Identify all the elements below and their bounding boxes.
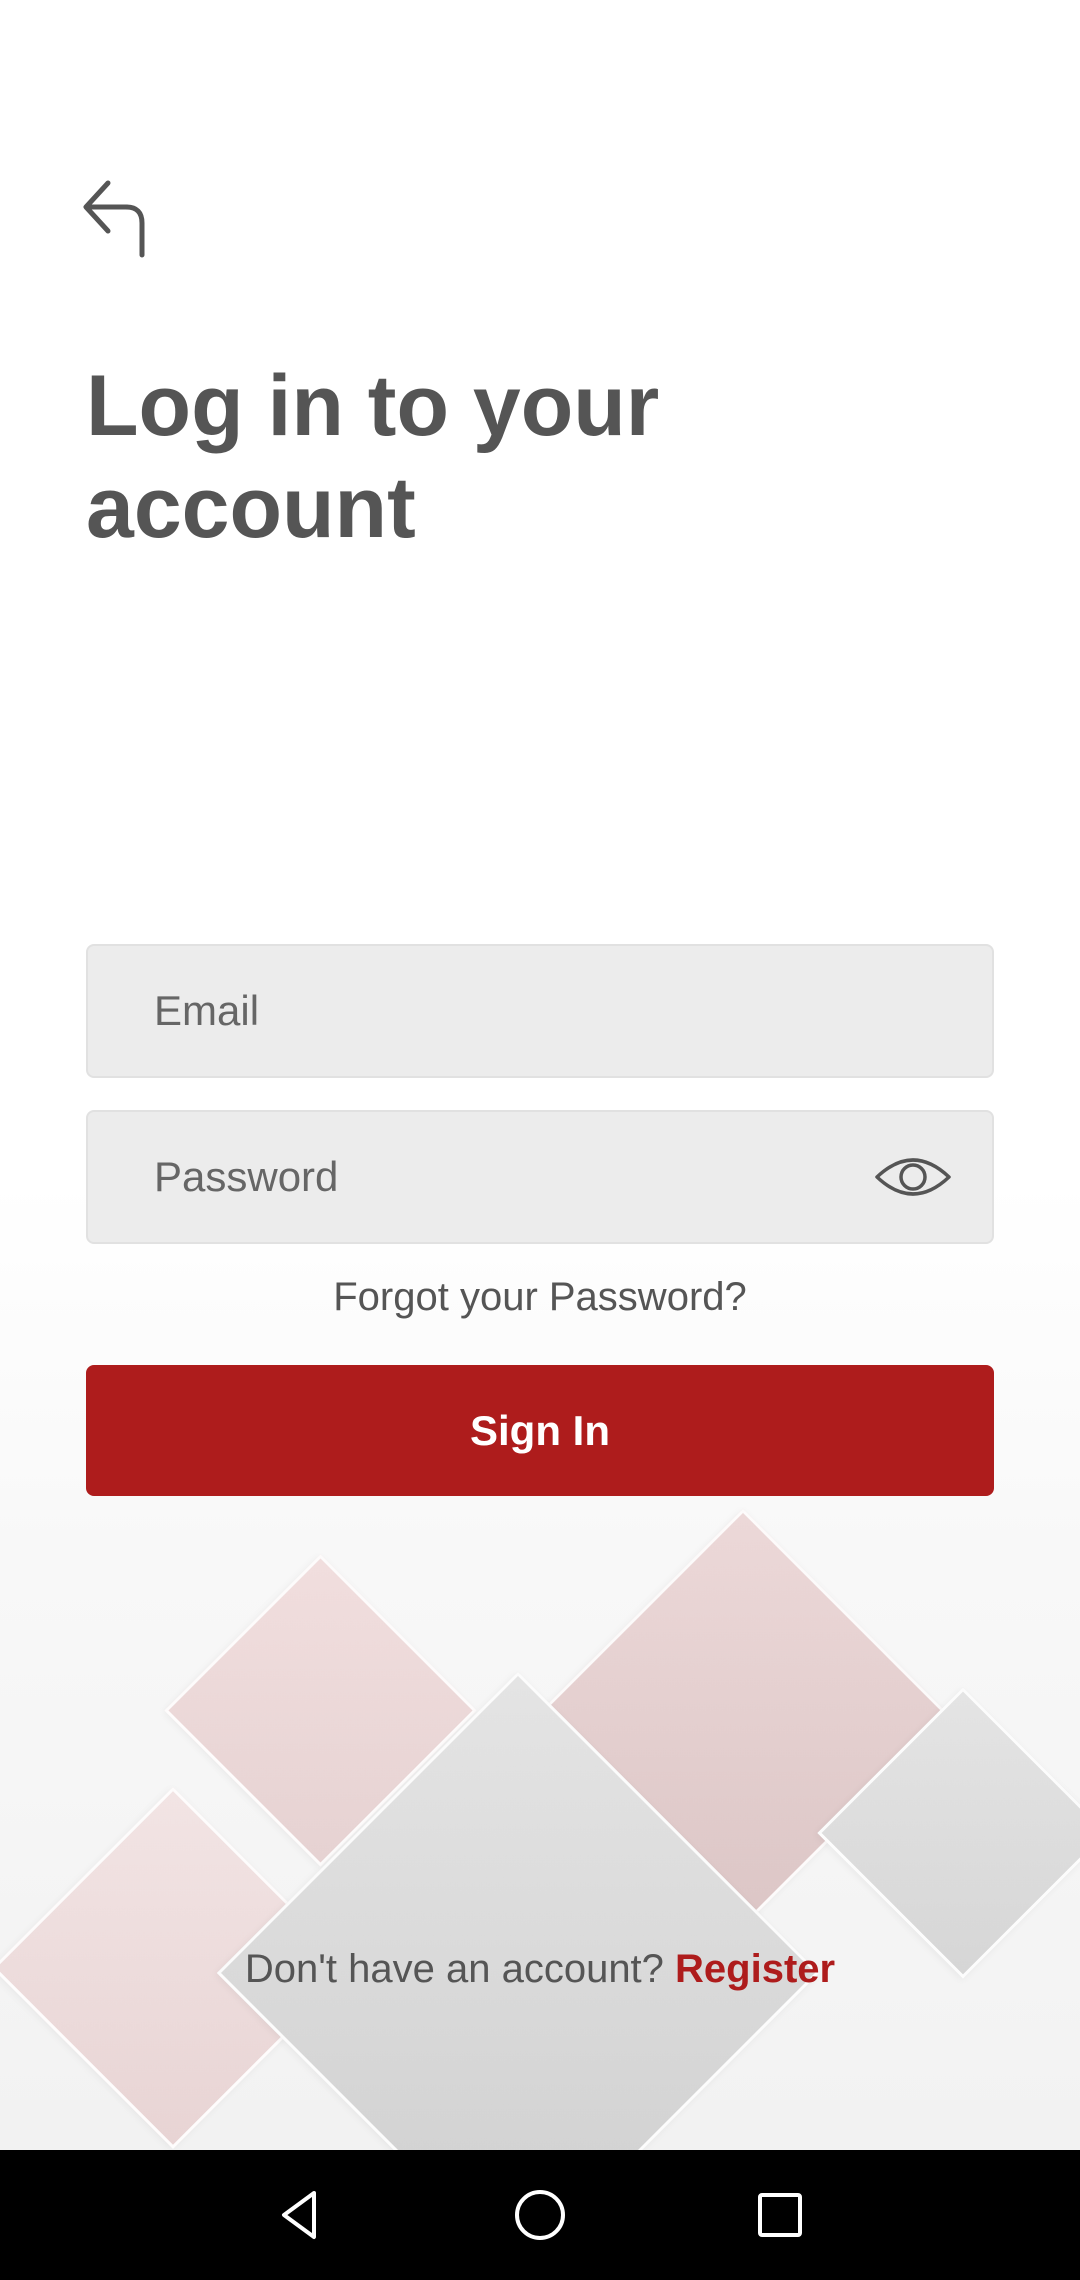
- register-prompt: Don't have an account? Register: [0, 1947, 1080, 1992]
- back-button[interactable]: [80, 175, 150, 260]
- email-field[interactable]: [154, 946, 894, 1076]
- nav-home-icon: [510, 2185, 570, 2245]
- register-link[interactable]: Register: [675, 1947, 835, 1991]
- sign-in-button[interactable]: Sign In: [86, 1365, 994, 1496]
- nav-back-button[interactable]: [270, 2185, 330, 2245]
- page-title-line2: account: [86, 460, 416, 556]
- nav-home-button[interactable]: [510, 2185, 570, 2245]
- page-title: Log in to your account: [86, 355, 786, 559]
- collage-photo: [216, 1671, 820, 2150]
- collage-photo: [533, 1508, 953, 1928]
- nav-recents-button[interactable]: [750, 2185, 810, 2245]
- page-title-line1: Log in to your: [86, 358, 660, 454]
- system-navigation-bar: [0, 2150, 1080, 2280]
- email-field-container: [86, 944, 994, 1078]
- forgot-password-link[interactable]: Forgot your Password?: [0, 1275, 1080, 1320]
- password-field-container: [86, 1110, 994, 1244]
- back-arrow-icon: [80, 175, 150, 260]
- collage-photo: [817, 1687, 1080, 1979]
- nav-back-icon: [270, 2185, 330, 2245]
- background-fade: [0, 1180, 1080, 2150]
- eye-icon: [874, 1149, 952, 1205]
- nav-recents-icon: [750, 2185, 810, 2245]
- register-prompt-text: Don't have an account?: [244, 1947, 664, 1991]
- background-collage: [0, 1180, 1080, 2150]
- toggle-password-visibility-button[interactable]: [874, 1149, 952, 1205]
- password-field[interactable]: [154, 1112, 894, 1242]
- collage-photo: [164, 1554, 477, 1867]
